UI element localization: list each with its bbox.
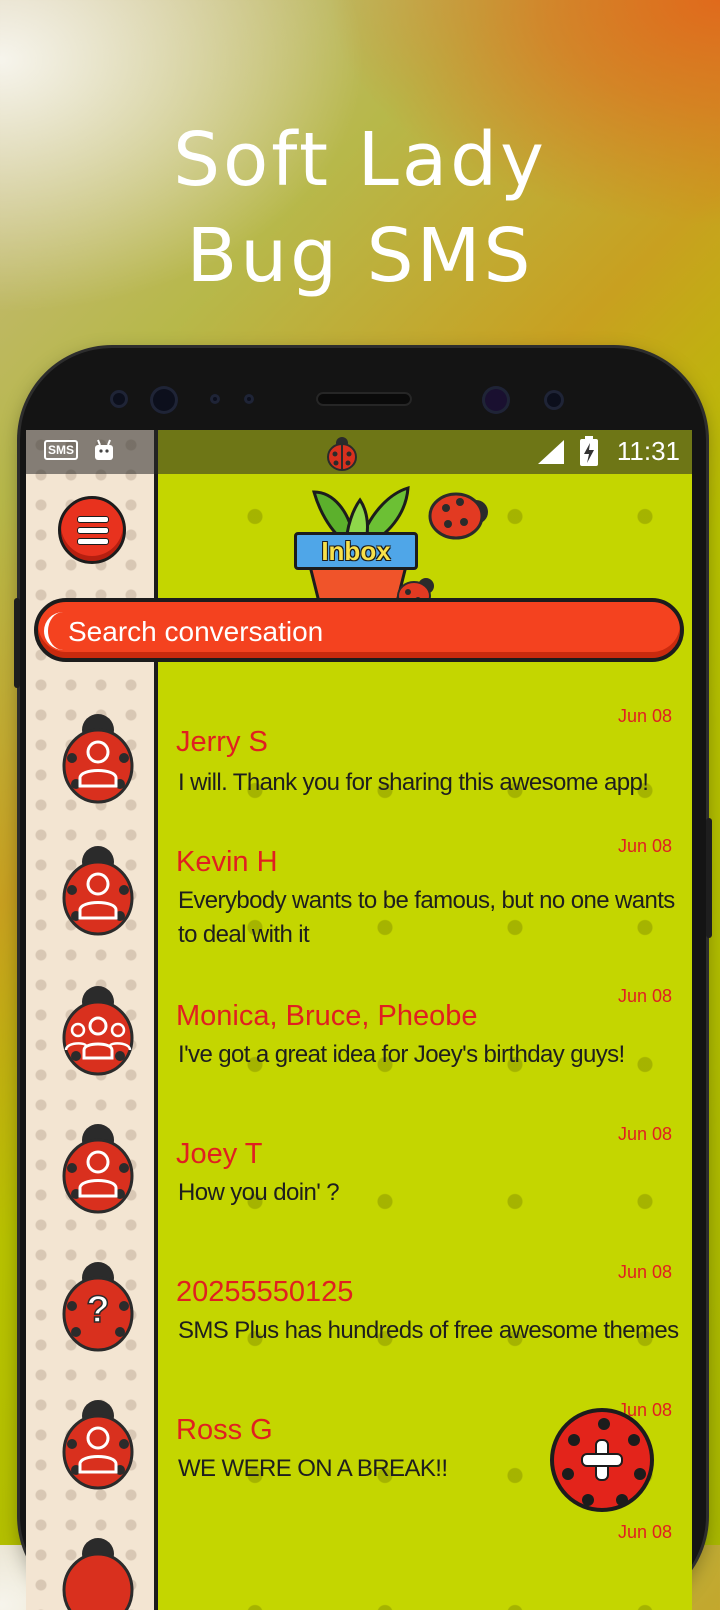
ladybug-spot [616, 1494, 628, 1506]
conversation-date: Jun 08 [617, 1522, 672, 1542]
plus-icon [581, 1439, 623, 1481]
search-conversation-bar[interactable]: Search conversation [34, 598, 684, 662]
sensor-dot-icon [210, 394, 220, 404]
search-bar-highlight [44, 612, 68, 650]
conversation-date: Jun 08 [617, 986, 672, 1006]
ladybug-spot [568, 1434, 580, 1446]
ladybug-decoration-icon [428, 492, 488, 540]
svg-text:?: ? [86, 1289, 109, 1331]
ladybug-person-avatar-icon [62, 714, 134, 804]
conversation-date: Jun 08 [617, 1124, 672, 1144]
phone-frame: SMS 11:31 Inbox Search conversation Jun … [14, 348, 712, 1610]
sms-notification-icon: SMS [44, 440, 79, 460]
sensor-icon [110, 390, 128, 408]
ladybug-unknown-avatar-icon: ? [62, 1262, 134, 1352]
headline-line-1: Soft Lady [173, 117, 547, 203]
contact-name: Kevin H [176, 846, 278, 878]
hamburger-icon [77, 516, 109, 523]
ladybug-spot [628, 1434, 640, 1446]
ladybug-person-avatar-icon [62, 1124, 134, 1214]
menu-button[interactable] [58, 496, 126, 564]
app-screen: SMS 11:31 Inbox Search conversation Jun … [26, 430, 692, 1610]
message-snippet: SMS Plus has hundreds of free awesome th… [178, 1317, 679, 1344]
hamburger-icon-bar [77, 527, 109, 534]
headline-line-2: Bug SMS [186, 213, 534, 299]
volume-button [14, 598, 20, 688]
contact-name: 20255550125 [176, 1276, 354, 1308]
ladybug-person-avatar-icon [62, 1400, 134, 1490]
conversation-date: Jun 08 [617, 1262, 672, 1282]
android-icon [95, 439, 113, 460]
contact-name: Joey T [176, 1138, 263, 1170]
earpiece-speaker [316, 392, 412, 406]
iris-camera-icon [482, 386, 510, 414]
contact-name: Jerry S [176, 726, 268, 758]
front-camera-icon [150, 386, 178, 414]
ladybug-person-avatar-icon [62, 846, 134, 936]
hamburger-icon-bar [77, 538, 109, 545]
status-clock: 11:31 [616, 436, 680, 466]
conversation-row[interactable]: Jun 08 Jerry S I will. Thank you for sha… [26, 692, 692, 822]
power-button [706, 818, 712, 938]
message-snippet: Everybody wants to be famous, but no one… [178, 887, 675, 948]
inbox-label-box: Inbox [294, 532, 418, 570]
promo-headline: Soft Lady Bug SMS [0, 112, 720, 304]
ladybug-spot [562, 1468, 574, 1480]
battery-charging-icon [580, 436, 598, 466]
inbox-title: Inbox [321, 536, 391, 566]
ladybug-spot [634, 1468, 646, 1480]
conversation-row[interactable]: Jun 08 Joey T How you doin' ? [26, 1106, 692, 1244]
conversation-row[interactable]: ? Jun 08 20255550125 SMS Plus has hundre… [26, 1244, 692, 1382]
message-snippet: I've got a great idea for Joey's birthda… [178, 1041, 625, 1068]
conversation-row[interactable]: Jun 08 [26, 1520, 692, 1610]
ladybug-icon [327, 437, 357, 471]
message-snippet: How you doin' ? [178, 1179, 340, 1206]
ladybug-person-avatar-icon [62, 1538, 134, 1610]
new-message-button[interactable] [550, 1408, 654, 1512]
ladybug-spot [598, 1418, 610, 1430]
conversation-row[interactable]: Jun 08 Kevin H Everybody wants to be fam… [26, 822, 692, 968]
conversation-date: Jun 08 [617, 836, 672, 856]
sensor-icon [544, 390, 564, 410]
signal-icon [538, 440, 564, 464]
conversation-date: Jun 08 [617, 706, 672, 726]
status-bar: SMS 11:31 [26, 430, 692, 474]
ladybug-group-avatar-icon [62, 986, 134, 1076]
message-snippet: I will. Thank you for sharing this aweso… [178, 769, 649, 796]
contact-name: Ross G [176, 1414, 273, 1446]
search-placeholder: Search conversation [68, 616, 324, 647]
conversation-row[interactable]: Jun 08 Monica, Bruce, Pheobe I've got a … [26, 968, 692, 1106]
contact-name: Monica, Bruce, Pheobe [176, 1000, 478, 1032]
ladybug-spot [582, 1494, 594, 1506]
sensor-dot-icon [244, 394, 254, 404]
